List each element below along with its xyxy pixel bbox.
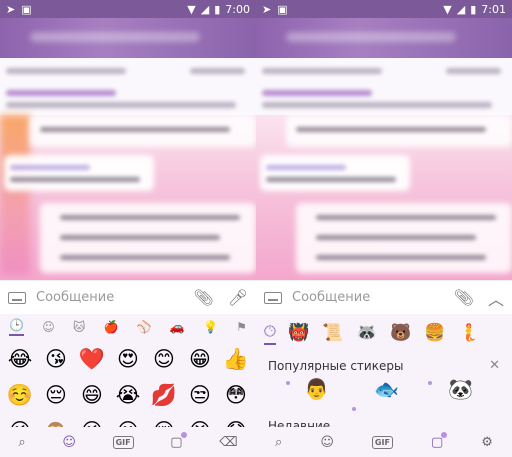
backspace-icon[interactable]: ⌫ (219, 435, 237, 450)
bottom-toolbar: ⌕ ☺ GIF ▢ ⌫ (0, 427, 256, 457)
bottom-toolbar: ⌕ ☺ GIF ▢ ⚙ (256, 427, 512, 457)
emoji-tab-icon[interactable]: ☺ (320, 435, 334, 450)
chevron-up-icon[interactable]: ︿ (488, 286, 504, 310)
clock: 7:01 (481, 2, 506, 16)
sticker-pack-bar: 🕒︎ 👹 📜 🦝 🐻 🍔 🧜 (256, 314, 512, 352)
message-input-bar: Сообщение 📎︎ 🎤︎ (0, 280, 256, 314)
recent-stickers-tab[interactable]: 🕒︎ (264, 322, 276, 345)
right-screen: ➤ ▣ ▼ ◢ ▮ 7:01 Сообщение 📎︎ ︿ 🕒︎ 👹 📜 🦝 🐻… (256, 0, 512, 457)
close-icon[interactable]: ✕ (489, 358, 500, 373)
blurred-list (256, 58, 512, 120)
blurred-list (0, 58, 256, 120)
smileys-tab[interactable]: ☺ (42, 320, 55, 334)
emoji[interactable]: 😔 (38, 380, 74, 410)
sticker-pack-tab[interactable]: 🐻 (390, 322, 412, 344)
sticker-pack-tab[interactable]: 🦝 (356, 322, 378, 344)
emoji[interactable]: 😊 (146, 344, 182, 374)
blurred-chat (256, 115, 512, 280)
emoji[interactable]: 😒 (182, 380, 218, 410)
keyboard-icon[interactable] (8, 291, 26, 304)
emoji[interactable]: 😁 (182, 344, 218, 374)
food-tab[interactable]: 🍎 (104, 320, 119, 334)
emoji-panel: 🕒 ☺ 🐱 🍎 ⚾ 🚗 💡 ⚑ 😂 😘 ❤️ 😍 😊 😁 👍 ☺️ 😔 😄 😭 … (0, 314, 256, 443)
attach-icon[interactable]: 📎︎ (454, 288, 474, 307)
recent-emoji-tab[interactable]: 🕒 (9, 318, 25, 336)
sticker[interactable]: 🐟 (374, 377, 399, 401)
objects-tab[interactable]: 💡 (203, 320, 218, 334)
emoji[interactable]: 👍 (218, 344, 254, 374)
status-bar: ➤ ▣ ▼ ◢ ▮ 7:00 (0, 0, 256, 18)
signal-icon: ◢ (200, 2, 210, 16)
status-bar: ➤ ▣ ▼ ◢ ▮ 7:01 (256, 0, 512, 18)
emoji[interactable]: 😍 (110, 344, 146, 374)
wifi-icon: ▼ (443, 2, 452, 16)
sticker-pack-tab[interactable]: 🧜 (458, 322, 480, 344)
blurred-header (256, 18, 512, 58)
popular-stickers-title: Популярные стикеры (268, 358, 404, 373)
flags-tab[interactable]: ⚑ (236, 320, 247, 334)
battery-icon: ▮ (214, 2, 221, 16)
battery-icon: ▮ (470, 2, 477, 16)
popular-stickers-header: Популярные стикеры ✕ (256, 352, 512, 373)
emoji[interactable]: 😂 (2, 344, 38, 374)
emoji[interactable]: 😳 (218, 380, 254, 410)
microphone-icon[interactable]: 🎤︎ (228, 288, 248, 307)
telegram-icon: ➤ (6, 2, 16, 16)
emoji-category-bar: 🕒 ☺ 🐱 🍎 ⚾ 🚗 💡 ⚑ (0, 314, 256, 340)
sticker-pack-tab[interactable]: 📜 (322, 322, 344, 344)
emoji[interactable]: 😘 (38, 344, 74, 374)
animals-tab[interactable]: 🐱 (73, 320, 86, 334)
emoji[interactable]: 😄 (74, 380, 110, 410)
left-screen: ➤ ▣ ▼ ◢ ▮ 7:00 Сообщение 📎︎ 🎤︎ 🕒 ☺ 🐱 🍎 ⚾… (0, 0, 256, 457)
sticker-tab-icon[interactable]: ▢ (431, 431, 448, 450)
emoji[interactable]: ❤️ (74, 344, 110, 374)
settings-gear-icon[interactable]: ⚙ (481, 435, 493, 450)
blurred-chat (0, 115, 256, 280)
attach-icon[interactable]: 📎︎ (193, 288, 213, 307)
search-icon[interactable]: ⌕ (18, 435, 25, 450)
sticker[interactable]: 🐼 (448, 377, 473, 401)
image-icon: ▣ (277, 2, 288, 16)
clock: 7:00 (225, 2, 250, 16)
popular-stickers-row: 👨 🐟 🐼 (256, 373, 512, 415)
sticker-pack-tab[interactable]: 🍔 (424, 322, 446, 344)
image-icon: ▣ (21, 2, 32, 16)
emoji[interactable]: 😭 (110, 380, 146, 410)
emoji[interactable]: ☺️ (2, 380, 38, 410)
gif-tab-button[interactable]: GIF (371, 435, 393, 449)
activity-tab[interactable]: ⚾ (137, 320, 152, 334)
gif-tab-button[interactable]: GIF (112, 435, 134, 449)
message-input[interactable]: Сообщение (36, 290, 179, 305)
search-icon[interactable]: ⌕ (275, 435, 282, 450)
sticker-tab-icon[interactable]: ▢ (170, 431, 187, 450)
telegram-icon: ➤ (262, 2, 272, 16)
emoji-tab-icon[interactable]: ☺ (62, 435, 76, 450)
message-input-bar: Сообщение 📎︎ ︿ (256, 280, 512, 314)
wifi-icon: ▼ (187, 2, 196, 16)
signal-icon: ◢ (456, 2, 466, 16)
travel-tab[interactable]: 🚗 (170, 320, 185, 334)
blurred-header (0, 18, 256, 58)
message-input[interactable]: Сообщение (292, 290, 440, 305)
sticker-panel: 🕒︎ 👹 📜 🦝 🐻 🍔 🧜 Популярные стикеры ✕ 👨 🐟 … (256, 314, 512, 433)
keyboard-icon[interactable] (264, 291, 282, 304)
sticker-pack-tab[interactable]: 👹 (288, 322, 310, 344)
emoji[interactable]: 💋 (146, 380, 182, 410)
sticker[interactable]: 👨 (304, 377, 329, 401)
